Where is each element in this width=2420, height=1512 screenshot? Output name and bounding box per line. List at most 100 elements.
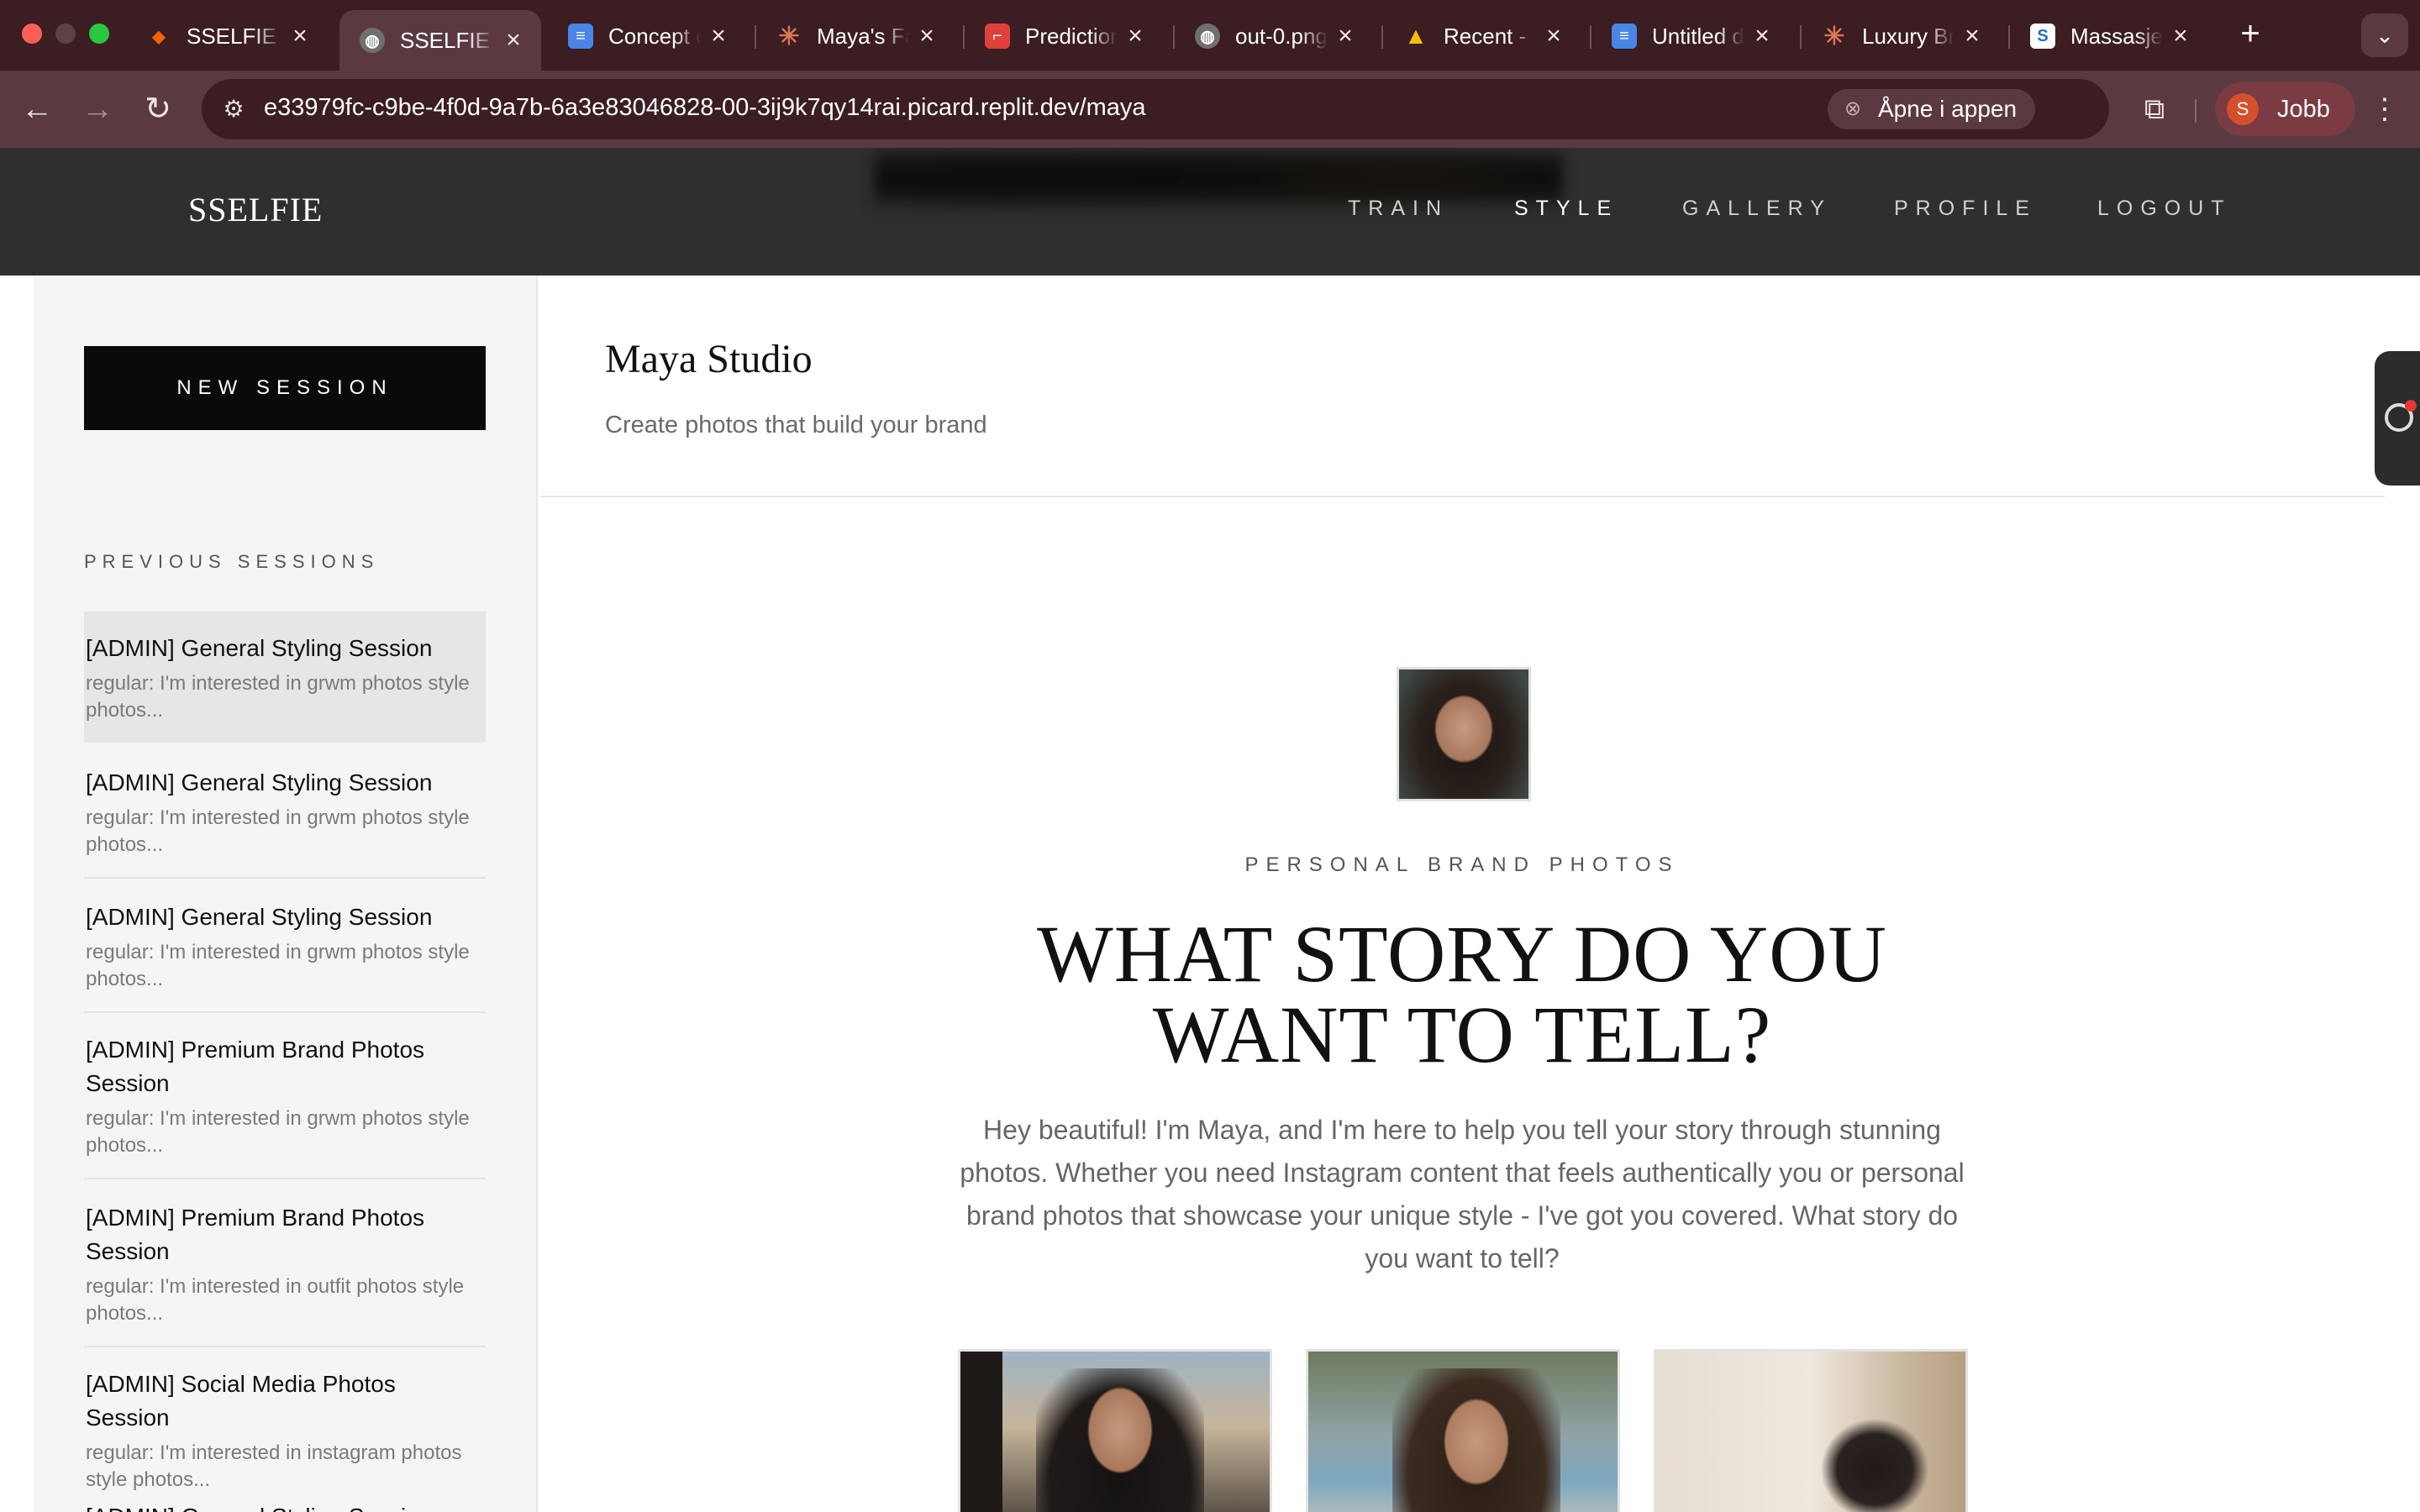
close-icon[interactable]: × — [1333, 22, 1358, 50]
close-icon[interactable]: × — [914, 22, 939, 50]
session-title: [ADMIN] Premium Brand Photos Session — [86, 1037, 425, 1096]
tab-title: Untitled d — [1652, 23, 1744, 49]
feedback-widget-tab[interactable] — [2375, 351, 2420, 486]
close-icon[interactable]: × — [501, 26, 526, 55]
header-background-image — [874, 148, 1563, 223]
browser-tab[interactable]: ✳ Luxury Br × — [1802, 10, 2000, 62]
s-logo-icon: S — [2030, 24, 2055, 49]
headline-line-2: WANT TO TELL? — [1152, 990, 1772, 1079]
extensions-puzzle-icon[interactable]: ⧉ — [2134, 89, 2175, 129]
tab-title: Concept c — [608, 23, 701, 49]
session-item[interactable]: [ADMIN] Premium Brand Photos Session reg… — [84, 1013, 486, 1179]
browser-tab[interactable]: ⌐ Prediction × — [965, 10, 1163, 62]
docs-icon: ≡ — [568, 24, 593, 49]
tab-search-button[interactable]: ⌄ — [2361, 13, 2408, 57]
browser-menu-icon[interactable]: ⋮ — [2368, 89, 2402, 129]
window-maximize-button[interactable] — [89, 24, 109, 44]
close-icon[interactable]: × — [706, 22, 731, 50]
browser-tab[interactable]: ◆ SSELFIE S × — [126, 10, 328, 62]
close-icon[interactable]: × — [2168, 22, 2193, 50]
sessions-sidebar: NEW SESSION PREVIOUS SESSIONS [ADMIN] Ge… — [34, 276, 538, 1512]
claude-icon: ✳ — [778, 22, 800, 50]
site-logo[interactable]: SSELFIE — [188, 190, 323, 229]
nav-profile[interactable]: PROFILE — [1894, 197, 2037, 221]
tab-title: out-0.png — [1235, 23, 1328, 49]
session-item[interactable]: [ADMIN] General Styling Session regular:… — [84, 746, 486, 879]
session-title: [ADMIN] Premium Brand Photos Session — [86, 1205, 425, 1264]
session-item[interactable]: [ADMIN] Premium Brand Photos Session reg… — [84, 1181, 486, 1347]
session-preview: regular: I'm interested in grwm photos s… — [86, 672, 470, 722]
tab-title: Recent - — [1444, 23, 1527, 49]
profile-button[interactable]: S Jobb — [2215, 82, 2355, 136]
session-preview: regular: I'm interested in grwm photos s… — [86, 941, 470, 990]
window-minimize-button[interactable] — [55, 24, 76, 44]
example-photo-outdoor[interactable] — [1306, 1349, 1620, 1512]
session-item[interactable]: [ADMIN] General Styling Session regular:… — [84, 880, 486, 1013]
page-subtitle: Create photos that build your brand — [605, 412, 987, 438]
tab-title: SSELFIE S — [187, 23, 282, 49]
url-text[interactable]: e33979fc-c9be-4f0d-9a7b-6a3e83046828-00-… — [264, 94, 1146, 122]
site-settings-icon[interactable]: ⚙ — [218, 94, 249, 124]
new-tab-button[interactable]: + — [2232, 15, 2269, 52]
previous-sessions-heading: PREVIOUS SESSIONS — [84, 551, 380, 572]
header-divider — [539, 496, 2385, 497]
example-photo-business[interactable] — [958, 1349, 1272, 1512]
session-item[interactable]: [ADMIN] General Styling Session — [84, 1480, 486, 1512]
globe-icon: ◍ — [360, 28, 385, 53]
browser-tab[interactable]: ≡ Untitled d × — [1591, 10, 1790, 62]
session-title: [ADMIN] General Styling Session — [86, 904, 433, 930]
address-bar[interactable]: ⚙ e33979fc-c9be-4f0d-9a7b-6a3e83046828-0… — [202, 79, 2286, 139]
profile-label: Jobb — [2277, 96, 2330, 123]
open-in-app-label: Åpne i appen — [1878, 96, 2018, 122]
session-preview: regular: I'm interested in outfit photos… — [86, 1275, 465, 1325]
close-icon[interactable]: × — [1541, 22, 1566, 50]
example-photo-lifestyle[interactable] — [1654, 1349, 1968, 1512]
browser-tab[interactable]: S Massasje × — [2010, 10, 2208, 62]
intro-text: Hey beautiful! I'm Maya, and I'm here to… — [960, 1115, 1965, 1273]
close-icon[interactable]: × — [1123, 22, 1148, 50]
session-title: [ADMIN] General Styling Session — [86, 635, 433, 661]
claude-icon: ✳ — [1823, 22, 1845, 50]
open-in-app-button[interactable]: ⊗ Åpne i appen — [1828, 89, 2036, 129]
close-icon[interactable]: × — [287, 22, 313, 50]
tab-title: Prediction — [1025, 23, 1118, 49]
session-item-selected[interactable]: [ADMIN] General Styling Session regular:… — [84, 612, 486, 743]
replicate-icon: ⌐ — [985, 24, 1010, 49]
forward-arrow-icon[interactable]: → — [77, 89, 118, 129]
section-kicker: PERSONAL BRAND PHOTOS — [1244, 853, 1680, 876]
browser-tab-active[interactable]: ◍ SSELFIE S × — [339, 10, 541, 71]
session-title: [ADMIN] General Styling Session — [86, 769, 433, 795]
nav-train[interactable]: TRAIN — [1348, 197, 1449, 221]
session-preview: regular: I'm interested in grwm photos s… — [86, 1107, 470, 1157]
browser-tab[interactable]: ◍ out-0.png × — [1175, 10, 1373, 62]
close-icon[interactable]: × — [1960, 22, 1985, 50]
close-icon[interactable]: × — [1749, 22, 1775, 50]
new-session-button[interactable]: NEW SESSION — [84, 346, 486, 430]
browser-tab[interactable]: ▲ Recent - × — [1383, 10, 1581, 62]
site-header: SSELFIE TRAIN STYLE GALLERY PROFILE LOGO… — [0, 148, 2420, 276]
drive-icon: ▲ — [1404, 23, 1428, 49]
tab-title: Maya's Fa — [817, 23, 909, 49]
browser-tab[interactable]: ✳ Maya's Fa × — [756, 10, 955, 62]
notification-dot — [2405, 400, 2417, 412]
tab-title: SSELFIE S — [400, 27, 496, 53]
nav-gallery[interactable]: GALLERY — [1682, 197, 1832, 221]
browser-tab-strip: ◆ SSELFIE S × ◍ SSELFIE S × ≡ Concept c … — [0, 0, 2420, 71]
headline-line-1: WHAT STORY DO YOU — [1037, 909, 1887, 999]
browser-toolbar: ← → ↻ ⚙ e33979fc-c9be-4f0d-9a7b-6a3e8304… — [0, 71, 2420, 148]
main-content: Maya Studio Create photos that build you… — [539, 276, 2420, 1512]
open-app-icon: ⊗ — [1844, 97, 1862, 120]
profile-avatar: S — [2227, 93, 2259, 125]
back-arrow-icon[interactable]: ← — [17, 89, 57, 129]
browser-tab[interactable]: ≡ Concept c × — [548, 10, 746, 62]
nav-style[interactable]: STYLE — [1514, 197, 1618, 221]
replit-icon: ◆ — [152, 27, 166, 46]
reload-icon[interactable]: ↻ — [138, 89, 178, 129]
window-close-button[interactable] — [22, 24, 42, 44]
tab-title: Luxury Br — [1862, 23, 1954, 49]
session-preview: regular: I'm interested in grwm photos s… — [86, 806, 470, 856]
session-title: [ADMIN] General Styling Session — [86, 1500, 484, 1512]
globe-icon: ◍ — [1195, 24, 1220, 49]
docs-icon: ≡ — [1612, 24, 1637, 49]
nav-logout[interactable]: LOGOUT — [2097, 197, 2232, 221]
